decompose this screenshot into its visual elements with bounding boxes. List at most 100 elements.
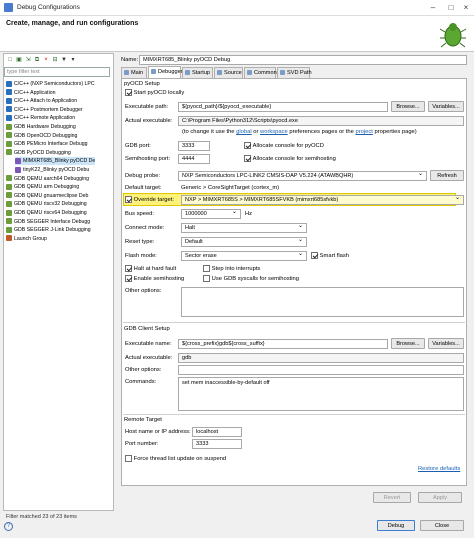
view-menu-icon[interactable]: ▾ xyxy=(69,55,77,65)
minimize-icon[interactable]: – xyxy=(426,2,440,13)
workspace-link[interactable]: workspace xyxy=(260,129,288,135)
halt-fault-checkbox[interactable] xyxy=(125,265,132,272)
tree-item[interactable]: Launch Group xyxy=(6,235,47,243)
tab-debugger[interactable]: Debugger xyxy=(148,66,183,78)
gdb-variables-button[interactable]: Variables... xyxy=(428,338,464,349)
flash-mode-select[interactable]: Sector erase xyxy=(181,250,307,261)
export-icon[interactable]: ⇲ xyxy=(24,55,32,65)
maximize-icon[interactable]: □ xyxy=(444,2,458,13)
gdb-browse-button[interactable]: Browse... xyxy=(391,338,425,349)
probe-select[interactable]: NXP Semiconductors LPC-LINK2 CMSIS-DAP V… xyxy=(178,170,427,181)
step-irq-row[interactable]: Step into interrupts xyxy=(203,265,260,272)
override-row[interactable]: Override target: xyxy=(125,196,174,203)
gdb-syscalls-row[interactable]: Use GDB syscalls for semihosting xyxy=(203,275,299,282)
tree-item[interactable]: GDB QEMU riscv64 Debugging xyxy=(6,209,87,217)
reset-type-select[interactable]: Default xyxy=(181,236,307,247)
tree-item[interactable]: GDB PEMicro Interface Debugg xyxy=(6,140,88,148)
filter-input[interactable]: type filter text xyxy=(4,67,110,77)
alloc-pyocd-checkbox[interactable] xyxy=(244,142,251,149)
start-pyocd-checkbox[interactable] xyxy=(125,89,132,96)
tab-startup[interactable]: Startup xyxy=(182,67,213,78)
new-prototype-icon[interactable]: ▣ xyxy=(15,55,23,65)
gdb-syscalls-checkbox[interactable] xyxy=(203,275,210,282)
svd-path-tab-icon xyxy=(280,70,285,75)
enable-semi-checkbox[interactable] xyxy=(125,275,132,282)
tree-item[interactable]: GDB SEGGER Interface Debugg xyxy=(6,218,90,226)
tree-item[interactable]: GDB OpenOCD Debugging xyxy=(6,132,77,140)
force-thread-label: Force thread list update on suspend xyxy=(133,456,227,463)
pyocd-browse-button[interactable]: Browse... xyxy=(391,101,425,112)
tree-item[interactable]: GDB QEMU arm Debugging xyxy=(6,183,79,191)
filter-icon[interactable]: ▼ xyxy=(60,55,68,65)
enable-semi-row[interactable]: Enable semihosting xyxy=(125,275,184,282)
override-target-select[interactable]: NXP > MIMXRT685S > MIMXRT685SFVKB (mimxr… xyxy=(181,194,464,205)
tab-common[interactable]: Common xyxy=(244,67,277,78)
config-type-icon xyxy=(6,106,12,113)
tab-svd-path[interactable]: SVD Path xyxy=(277,67,312,78)
title-bar: Debug Configurations – □ × xyxy=(0,0,474,16)
tree-item[interactable]: C/C++ Attach to Application xyxy=(6,97,77,105)
config-type-icon xyxy=(6,218,12,225)
override-checkbox[interactable] xyxy=(125,196,132,203)
tab-source[interactable]: Source xyxy=(214,67,243,78)
project-link[interactable]: project xyxy=(355,129,372,135)
apply-button[interactable]: Apply xyxy=(418,492,462,503)
duplicate-icon[interactable]: ⧉ xyxy=(33,55,41,65)
revert-button[interactable]: Revert xyxy=(373,492,411,503)
tree-item[interactable]: MIMXRT685_Blinky pyOCD De xyxy=(15,157,96,166)
tree-item[interactable]: C/C++ Postmortem Debugger xyxy=(6,106,83,114)
remote-target-group: Remote Target xyxy=(124,417,162,423)
semi-port-input[interactable]: 4444 xyxy=(178,154,210,164)
gdb-commands-textarea[interactable]: set mem inaccessible-by-default off xyxy=(178,377,464,411)
refresh-button[interactable]: Refresh xyxy=(430,170,464,181)
new-config-icon[interactable]: □ xyxy=(6,55,14,65)
tab-main[interactable]: Main xyxy=(121,67,147,78)
tree-item[interactable]: C/C++ Application xyxy=(6,89,56,97)
pyocd-variables-button[interactable]: Variables... xyxy=(428,101,464,112)
debug-button[interactable]: Debug xyxy=(377,520,415,531)
name-input[interactable]: MIMXRT685_Blinky pyOCD Debug xyxy=(139,55,467,65)
tree-item[interactable]: GDB QEMU riscv32 Debugging xyxy=(6,200,87,208)
step-irq-checkbox[interactable] xyxy=(203,265,210,272)
host-label: Host name or IP address: xyxy=(125,429,191,435)
tree-item-label: GDB QEMU aarch64 Debugging xyxy=(14,175,89,182)
port-input[interactable]: 3333 xyxy=(192,439,242,449)
pyocd-other-textarea[interactable] xyxy=(181,287,464,317)
alloc-semi-label: Allocate console for semihosting xyxy=(252,156,336,163)
gdb-other-input[interactable] xyxy=(178,365,464,375)
smart-flash-row[interactable]: Smart flash xyxy=(311,252,349,259)
close-icon[interactable]: × xyxy=(459,2,473,13)
force-thread-row[interactable]: Force thread list update on suspend xyxy=(125,455,226,462)
tree-item[interactable]: C/C++ (NXP Semiconductors) LPC xyxy=(6,80,95,88)
close-button[interactable]: Close xyxy=(420,520,464,531)
tree-item[interactable]: tinyK22_Blinky pyOCD Debu xyxy=(15,166,89,174)
tree-item[interactable]: GDB QEMU gnuarmeclipse Deb xyxy=(6,192,88,200)
tree-item-label: GDB QEMU riscv64 Debugging xyxy=(14,210,87,216)
delete-icon[interactable]: × xyxy=(42,55,50,65)
restore-defaults-link[interactable]: Restore defaults xyxy=(418,466,460,472)
global-link[interactable]: global xyxy=(236,129,251,135)
halt-fault-row[interactable]: Halt at hard fault xyxy=(125,265,176,272)
alloc-semi-checkbox[interactable] xyxy=(244,155,251,162)
tree-item[interactable]: GDB QEMU aarch64 Debugging xyxy=(6,175,89,183)
help-icon[interactable]: ? xyxy=(4,522,13,531)
source-tab-icon xyxy=(217,70,222,75)
bus-speed-select[interactable]: 1000000 xyxy=(181,208,241,219)
tree-item[interactable]: C/C++ Remote Application xyxy=(6,114,75,122)
tab-label: Debugger xyxy=(158,69,183,75)
host-input[interactable]: localhost xyxy=(192,427,242,437)
alloc-semi-row[interactable]: Allocate console for semihosting xyxy=(244,155,336,162)
pyocd-exe-input[interactable]: ${pyocd_path}/${pyocd_executable} xyxy=(178,102,388,112)
gdb-exe-input[interactable]: ${cross_prefix}gdb${cross_suffix} xyxy=(178,339,388,349)
collapse-all-icon[interactable]: ⊟ xyxy=(51,55,59,65)
smart-flash-checkbox[interactable] xyxy=(311,252,318,259)
tree-item[interactable]: GDB Hardware Debugging xyxy=(6,123,76,131)
common-tab-icon xyxy=(247,70,252,75)
start-pyocd-row[interactable]: Start pyOCD locally xyxy=(125,89,184,96)
tree-item[interactable]: GDB PyOCD Debugging xyxy=(6,149,71,157)
alloc-pyocd-row[interactable]: Allocate console for pyOCD xyxy=(244,142,324,149)
gdb-port-input[interactable]: 3333 xyxy=(178,141,210,151)
tree-item[interactable]: GDB SEGGER J-Link Debugging xyxy=(6,226,91,234)
connect-mode-select[interactable]: Halt xyxy=(181,222,307,233)
force-thread-checkbox[interactable] xyxy=(125,455,132,462)
